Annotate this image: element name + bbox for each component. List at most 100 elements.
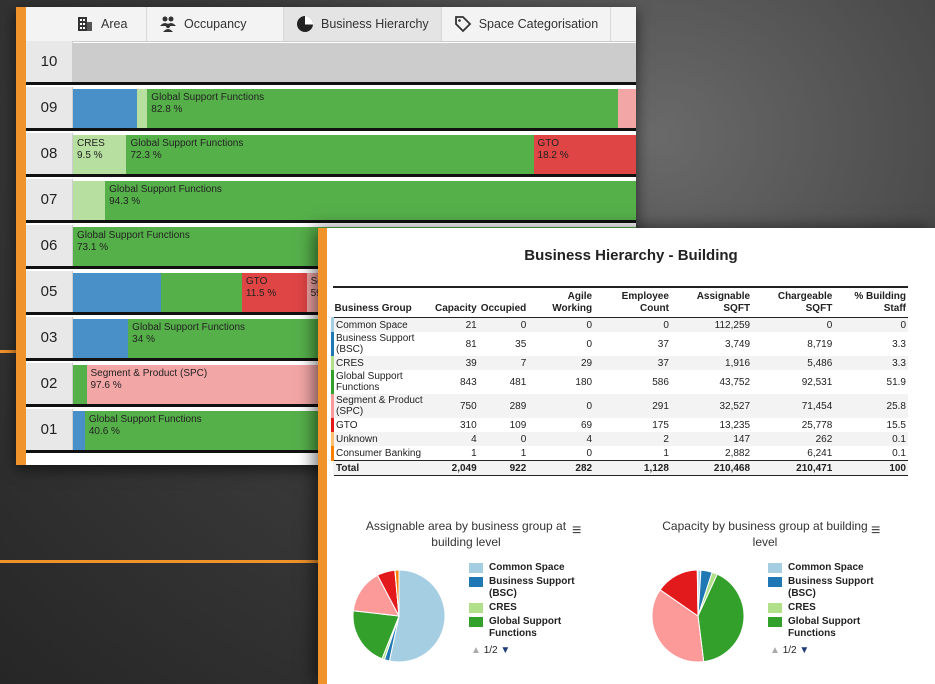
segment-percent: 9.5 % bbox=[77, 150, 103, 161]
floor-segment[interactable]: CRES 9.5 % bbox=[73, 135, 127, 174]
table-row[interactable]: Business Support (BSC) 81 35 0 37 3,749 8,719 3… bbox=[331, 332, 909, 356]
legend-item[interactable]: CRES bbox=[768, 602, 898, 614]
column-header[interactable]: Occupied bbox=[478, 286, 529, 318]
pager-down-icon[interactable]: ▼ bbox=[500, 645, 510, 656]
group-name-cell: GTO bbox=[331, 418, 433, 432]
tab-business-hierarchy[interactable]: Business Hierarchy bbox=[284, 7, 442, 41]
floor-segment[interactable] bbox=[161, 273, 242, 312]
value-cell: 262 bbox=[815, 433, 833, 445]
legend-item[interactable]: Global Support Functions bbox=[469, 616, 599, 640]
floor-row[interactable]: 07 Global Support Functions 94.3 % bbox=[26, 179, 636, 223]
value-cell: 843 bbox=[460, 376, 477, 388]
group-name-cell: CRES bbox=[331, 356, 433, 370]
table-row[interactable]: Unknown 4 0 4 2 147 262 0.1 bbox=[331, 432, 908, 446]
floor-segment[interactable] bbox=[73, 319, 129, 358]
floor-row[interactable]: 09 Global Support Functions 82.8 % bbox=[26, 87, 636, 131]
floor-segment[interactable]: GTO 18.2 % bbox=[533, 135, 636, 174]
floor-segment[interactable] bbox=[73, 89, 138, 128]
column-header[interactable]: Assignable SQFT bbox=[670, 286, 753, 318]
table-row[interactable]: CRES 39 7 29 37 1,916 5,486 3.3 bbox=[331, 356, 908, 370]
floor-segment[interactable] bbox=[73, 365, 87, 404]
floor-row[interactable]: 08 CRES 9.5 % Global Support Functions 72.3 … bbox=[26, 133, 636, 177]
floor-segment[interactable]: GTO 11.5 % bbox=[241, 273, 307, 312]
tag-icon bbox=[454, 16, 471, 33]
value-cell: 0 bbox=[586, 319, 593, 331]
value-cell: 750 bbox=[460, 400, 477, 412]
background-stripe bbox=[0, 560, 320, 563]
value-cell: 1,916 bbox=[725, 357, 751, 369]
segment-name: Global Support Functions bbox=[151, 92, 265, 103]
floor-label: 02 bbox=[26, 363, 73, 404]
legend-pager: ▲ 1/2 ▼ bbox=[770, 645, 809, 656]
table-row[interactable]: Consumer Banking 1 1 0 1 2,882 6,241 0.1 bbox=[331, 446, 909, 461]
floor-segment[interactable] bbox=[617, 89, 636, 128]
floor-row[interactable]: 10 bbox=[26, 41, 636, 85]
legend-item[interactable]: Business Support (BSC) bbox=[768, 576, 898, 600]
legend-item[interactable]: Common Space bbox=[469, 562, 599, 574]
column-header[interactable]: Employee Count bbox=[594, 286, 671, 318]
segment-percent: 94.3 % bbox=[109, 196, 141, 207]
segment-percent: 40.6 % bbox=[88, 426, 120, 437]
floor-label: 07 bbox=[26, 179, 73, 220]
floor-label: 09 bbox=[26, 87, 73, 128]
group-name-cell: Common Space bbox=[331, 317, 433, 332]
table-row[interactable]: Segment & Product (SPC) 750 289 0 291 32,527 7… bbox=[331, 394, 908, 418]
floor-segment[interactable]: Global Support Functions 72.3 % bbox=[126, 135, 534, 174]
chart-menu-icon[interactable]: ≡ bbox=[572, 522, 586, 540]
value-cell: 5,486 bbox=[807, 357, 833, 369]
value-cell: 43,752 bbox=[719, 376, 751, 388]
pager-up-icon[interactable]: ▲ bbox=[770, 645, 780, 656]
legend-swatch bbox=[768, 617, 782, 627]
segment-name: Global Support Functions bbox=[88, 414, 202, 425]
chart-menu-icon[interactable]: ≡ bbox=[871, 522, 885, 540]
value-cell: 0 bbox=[900, 319, 906, 331]
floor-segment[interactable]: Global Support Functions 94.3 % bbox=[105, 181, 636, 220]
legend-label: CRES bbox=[788, 602, 816, 613]
segment-name: Global Support Functions bbox=[109, 184, 222, 195]
legend-item[interactable]: Global Support Functions bbox=[768, 616, 898, 640]
legend-swatch bbox=[768, 603, 782, 613]
table-row[interactable]: GTO 310 109 69 175 13,235 25,778 15.5 bbox=[331, 418, 909, 432]
column-header[interactable]: Agile Working bbox=[528, 286, 595, 318]
value-cell: 15.5 bbox=[886, 419, 906, 431]
legend-item[interactable]: CRES bbox=[469, 602, 599, 614]
value-cell: 1 bbox=[471, 447, 477, 459]
value-cell: 175 bbox=[652, 419, 669, 431]
floor-segment[interactable] bbox=[73, 411, 85, 450]
legend-swatch bbox=[768, 563, 782, 573]
legend-item[interactable]: Business Support (BSC) bbox=[469, 576, 599, 600]
value-cell: 39 bbox=[465, 357, 477, 369]
tab-area[interactable]: Area bbox=[26, 7, 147, 41]
segment-name: CRES bbox=[77, 138, 105, 149]
legend-item[interactable]: Common Space bbox=[768, 562, 898, 574]
column-header[interactable]: % Building Staff bbox=[834, 286, 908, 318]
value-cell: 0 bbox=[520, 319, 527, 331]
pager-down-icon[interactable]: ▼ bbox=[799, 645, 809, 656]
report-title: Business Hierarchy - Building bbox=[524, 247, 738, 264]
floor-segment[interactable]: Global Support Functions 82.8 % bbox=[147, 89, 618, 128]
segment-percent: 34 % bbox=[132, 334, 155, 345]
table-row[interactable]: Common Space 21 0 0 0 112,259 0 0 bbox=[331, 317, 908, 332]
floor-segment[interactable] bbox=[73, 273, 162, 312]
column-header[interactable]: Chargeable SQFT bbox=[752, 286, 835, 318]
table-row[interactable]: Global Support Functions 843 481 180 586 43,7… bbox=[331, 370, 909, 394]
value-cell: 2 bbox=[663, 433, 669, 445]
tab-space-categorisation[interactable]: Space Categorisation bbox=[442, 7, 612, 41]
floor-segment[interactable] bbox=[73, 181, 106, 220]
value-cell: 6,241 bbox=[807, 447, 833, 459]
column-header[interactable]: Business Group bbox=[332, 286, 433, 318]
chart-legend: Common Space Business Support (BSC) CRES Gl… bbox=[469, 562, 599, 640]
floor-segment[interactable] bbox=[137, 89, 148, 128]
pager-text: 1/2 bbox=[483, 645, 498, 656]
panel-accent bbox=[318, 228, 327, 684]
segment-label: Global Support Functions 94.3 % bbox=[109, 184, 222, 208]
value-cell: 0 bbox=[586, 400, 593, 412]
floor-segment[interactable] bbox=[73, 43, 636, 82]
column-header[interactable]: Capacity bbox=[433, 286, 479, 318]
view-tabs: Area Occupancy Business Hierarchy Space … bbox=[26, 7, 636, 42]
value-cell: 4 bbox=[471, 433, 477, 445]
segment-percent: 18.2 % bbox=[537, 150, 569, 161]
floor-label: 03 bbox=[26, 317, 73, 358]
tab-occupancy[interactable]: Occupancy bbox=[147, 7, 284, 41]
pager-up-icon[interactable]: ▲ bbox=[471, 645, 481, 656]
